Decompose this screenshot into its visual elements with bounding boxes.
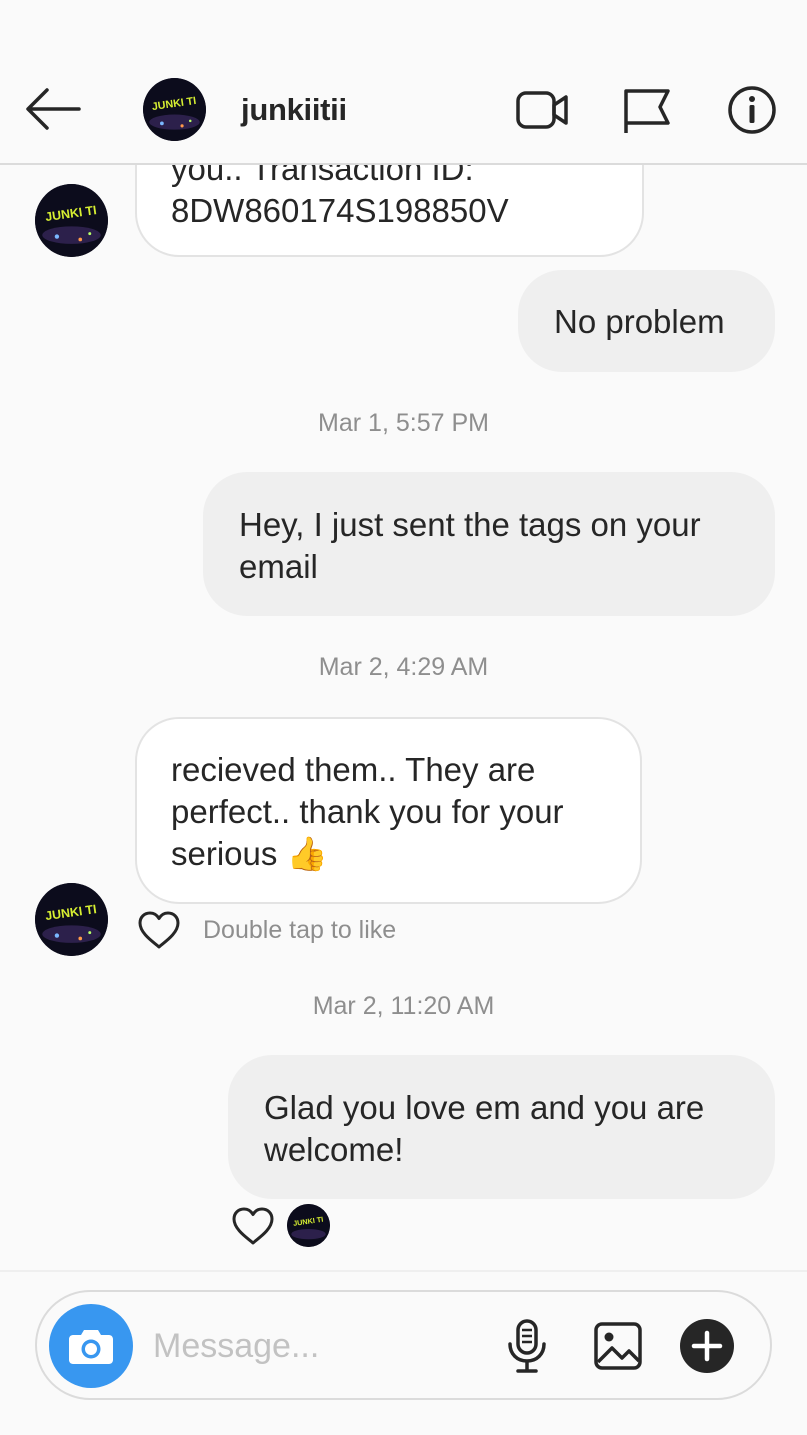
message-timestamp: Mar 2, 4:29 AM xyxy=(318,653,489,681)
message-text-line: 8DW860174S198850V xyxy=(171,192,509,229)
plus-icon xyxy=(680,1319,734,1373)
sent-message-bubble[interactable]: No problem xyxy=(518,270,775,372)
message-composer xyxy=(35,1290,772,1400)
thumbs-up-emoji: 👍 xyxy=(286,835,328,872)
back-arrow-icon xyxy=(26,88,81,130)
message-input[interactable] xyxy=(153,1320,483,1372)
video-call-button[interactable] xyxy=(512,82,572,138)
flag-icon xyxy=(624,89,670,133)
message-text-line: recieved them.. They are xyxy=(171,751,536,788)
back-button[interactable] xyxy=(22,82,84,136)
chat-header: JUNKI TI junkiitii xyxy=(0,0,807,165)
contact-avatar[interactable]: JUNKI TI xyxy=(35,883,108,956)
contact-avatar[interactable]: JUNKI TI xyxy=(143,78,206,141)
contact-username[interactable]: junkiitii xyxy=(241,92,347,128)
message-text-line: email xyxy=(239,548,318,585)
like-row: Double tap to like xyxy=(137,910,396,950)
report-button[interactable] xyxy=(616,82,676,138)
camera-icon xyxy=(69,1330,113,1364)
composer-divider xyxy=(0,1270,807,1272)
video-call-icon xyxy=(516,91,568,129)
message-text-line: welcome! xyxy=(264,1131,404,1168)
message-timestamp: Mar 1, 5:57 PM xyxy=(318,409,489,437)
more-options-button[interactable] xyxy=(677,1316,737,1376)
message-text-line: No problem xyxy=(554,303,725,340)
received-message-bubble[interactable]: recieved them.. They are perfect.. thank… xyxy=(135,717,642,904)
gallery-icon xyxy=(594,1322,642,1370)
heart-icon[interactable] xyxy=(137,910,181,950)
message-text-line: Hey, I just sent the tags on your xyxy=(239,506,701,543)
sent-message-bubble[interactable]: Glad you love em and you are welcome! xyxy=(228,1055,775,1199)
seen-by-avatar: JUNKI TI xyxy=(287,1204,330,1247)
message-text-line: serious 👍 xyxy=(171,833,606,875)
seen-row: JUNKI TI xyxy=(231,1204,330,1247)
heart-icon[interactable] xyxy=(231,1206,275,1246)
voice-message-button[interactable] xyxy=(497,1316,557,1376)
gallery-button[interactable] xyxy=(588,1316,648,1376)
message-text-fragment: serious xyxy=(171,835,278,872)
message-text-line: Glad you love em and you are xyxy=(264,1089,705,1126)
camera-button[interactable] xyxy=(49,1304,133,1388)
message-text-line: perfect.. thank you for your xyxy=(171,793,564,830)
microphone-icon xyxy=(508,1319,546,1373)
sent-message-bubble[interactable]: Hey, I just sent the tags on your email xyxy=(203,472,775,616)
double-tap-hint: Double tap to like xyxy=(203,915,397,944)
info-button[interactable] xyxy=(722,82,782,138)
info-icon xyxy=(728,86,776,134)
contact-avatar[interactable]: JUNKI TI xyxy=(35,184,108,257)
message-timestamp: Mar 2, 11:20 AM xyxy=(312,992,495,1020)
